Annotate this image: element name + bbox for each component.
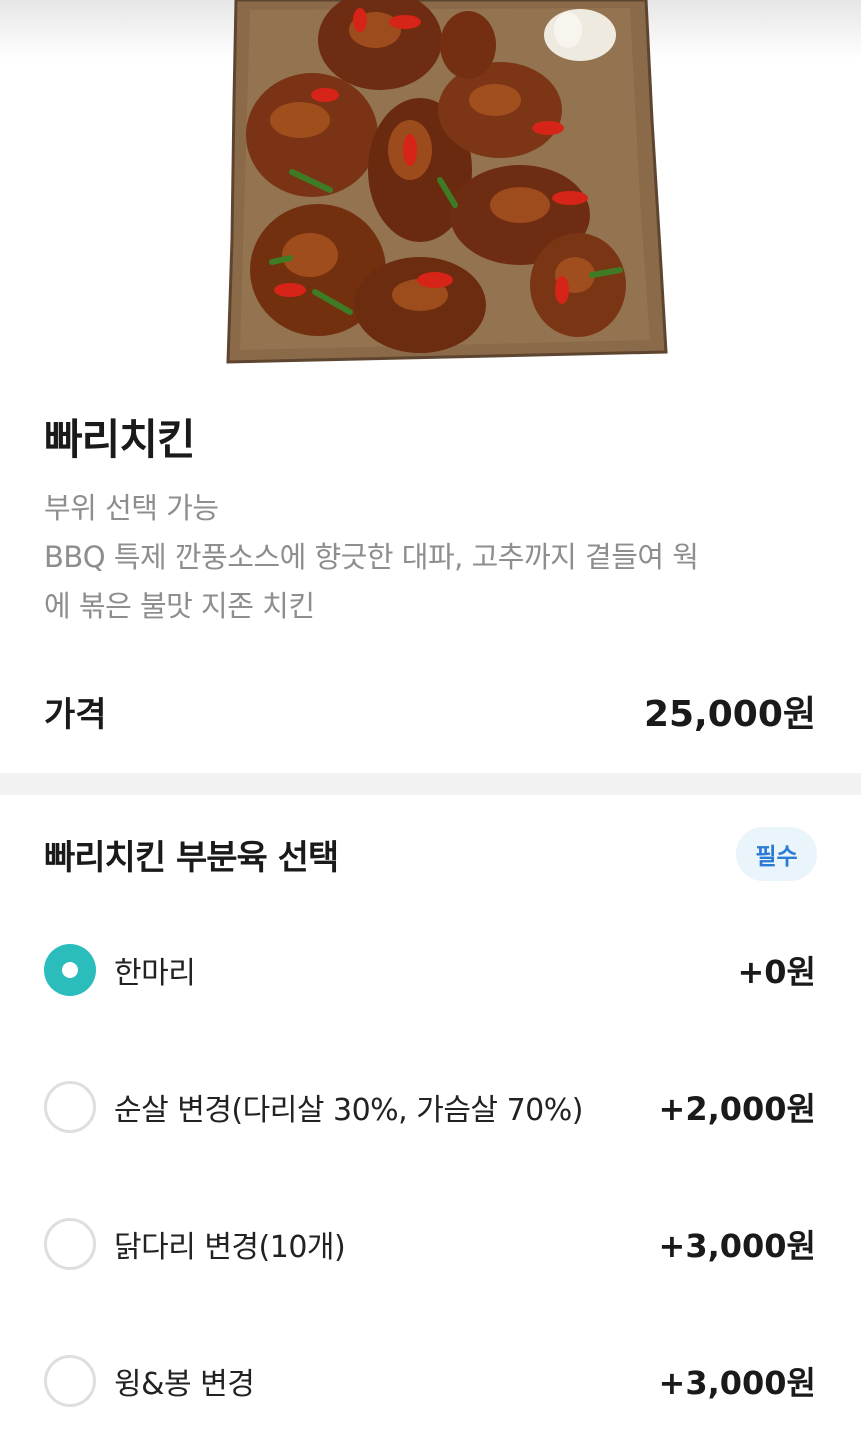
- option-label: 닭다리 변경(10개): [114, 1230, 346, 1265]
- required-badge: 필수: [736, 827, 817, 881]
- price-label: 가격: [44, 694, 107, 735]
- option-group-title: 빠리치킨 부분육 선택: [44, 838, 339, 878]
- price-value: 25,000원: [643, 694, 816, 735]
- radio-unchecked-icon[interactable]: [44, 1355, 96, 1407]
- radio-unchecked-icon[interactable]: [44, 1218, 96, 1270]
- option-drumsticks[interactable]: 닭다리 변경(10개) +3,000원: [44, 1216, 816, 1272]
- description-line: 에 볶은 불맛 지존 치킨: [44, 589, 315, 623]
- price-row: 가격 25,000원: [44, 686, 816, 736]
- option-price: +0원: [737, 953, 816, 991]
- description-line: 부위 선택 가능: [44, 491, 219, 525]
- option-wings[interactable]: 윙&봉 변경 +3,000원: [44, 1353, 816, 1409]
- product-image: [0, 0, 861, 365]
- option-boneless[interactable]: 순살 변경(다리살 30%, 가슴살 70%) +2,000원: [44, 1079, 816, 1135]
- option-price: +3,000원: [658, 1364, 816, 1402]
- option-price: +3,000원: [658, 1227, 816, 1265]
- option-whole-chicken[interactable]: 한마리 +0원: [44, 942, 816, 998]
- section-divider: [0, 773, 861, 795]
- option-label: 한마리: [114, 956, 196, 991]
- product-description: 부위 선택 가능 BBQ 특제 깐풍소스에 향긋한 대파, 고추까지 곁들여 웍…: [44, 484, 824, 631]
- radio-unchecked-icon[interactable]: [44, 1081, 96, 1133]
- option-price: +2,000원: [658, 1090, 816, 1128]
- product-name: 빠리치킨: [44, 415, 196, 464]
- menu-detail-page: 빠리치킨 부위 선택 가능 BBQ 특제 깐풍소스에 향긋한 대파, 고추까지 …: [0, 0, 861, 1440]
- option-label: 윙&봉 변경: [114, 1367, 255, 1402]
- radio-checked-icon[interactable]: [44, 944, 96, 996]
- option-label: 순살 변경(다리살 30%, 가슴살 70%): [114, 1093, 583, 1128]
- description-line: BBQ 특제 깐풍소스에 향긋한 대파, 고추까지 곁들여 웍: [44, 540, 699, 574]
